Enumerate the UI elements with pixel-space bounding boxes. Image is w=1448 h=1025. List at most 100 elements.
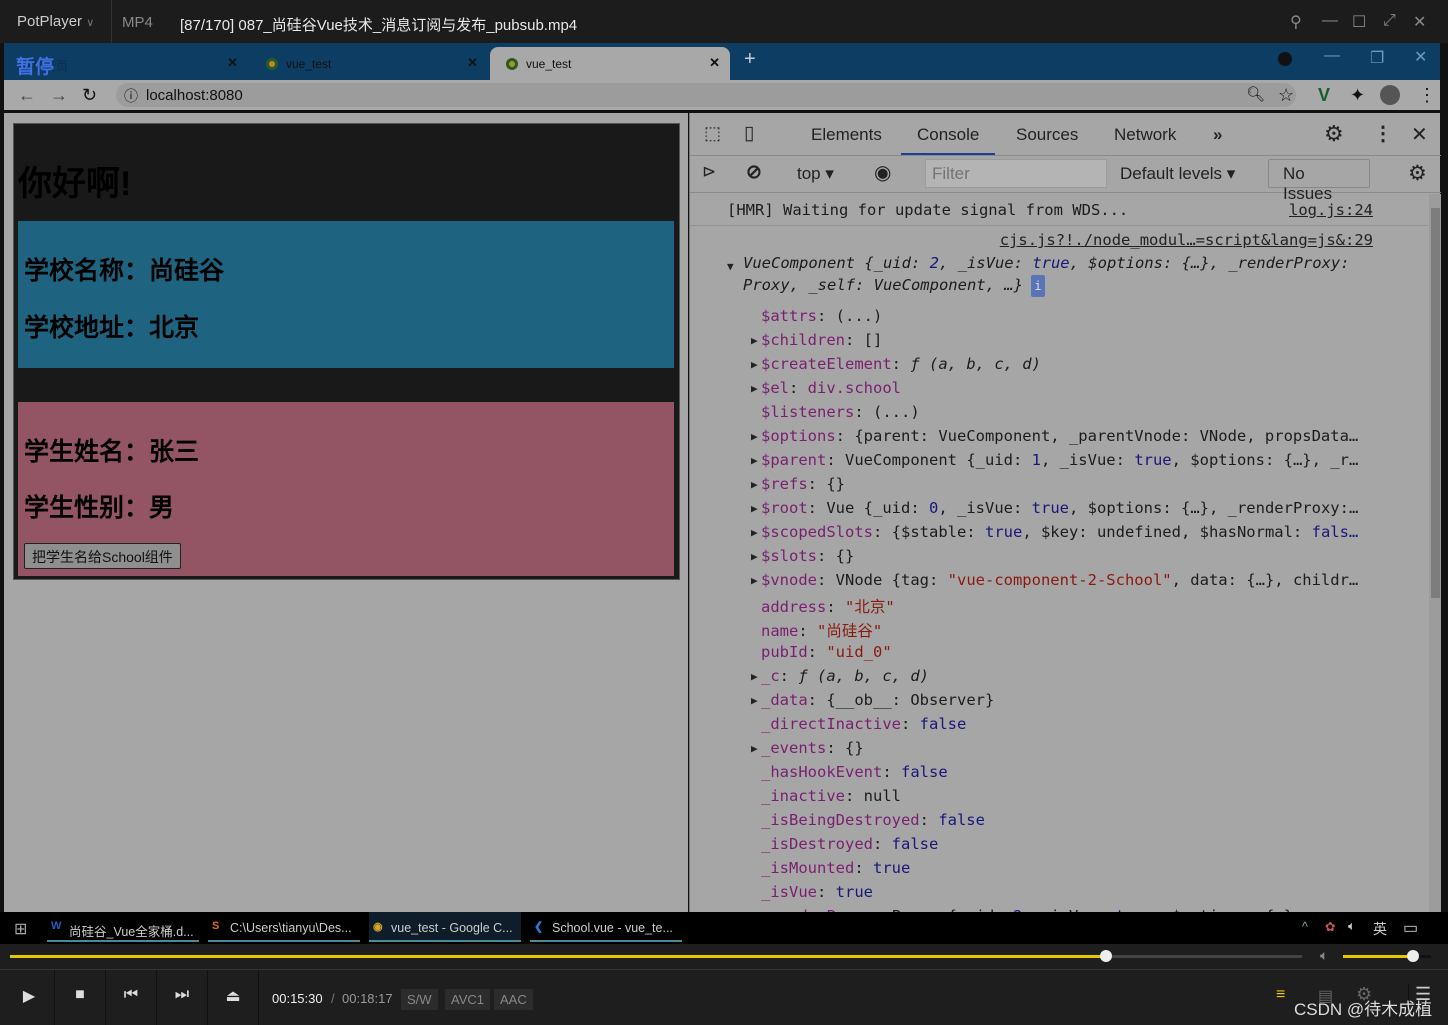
video-codec-badge[interactable]: AVC1 [445,989,490,1010]
expand-triangle-icon[interactable]: ▶ [751,502,758,515]
extensions-icon[interactable]: ✦ [1350,85,1365,106]
inspect-element-icon[interactable]: ⬚ [704,123,721,144]
eject-button[interactable]: ⏏ [208,970,259,1025]
context-selector[interactable]: top ▾ [797,164,834,184]
expand-triangle-icon[interactable]: ▶ [751,694,758,707]
expand-triangle-icon[interactable]: ▶ [751,454,758,467]
next-button[interactable]: ⏭ [157,970,208,1025]
scrollbar-thumb[interactable] [1431,208,1440,598]
close-icon[interactable]: ✕ [467,55,478,71]
expand-triangle-icon[interactable]: ▶ [751,478,758,491]
log-source-link[interactable]: cjs.js?!./node_modul…=script&lang=js&:29 [1000,231,1373,249]
close-button[interactable]: ✕ [1413,12,1426,32]
expand-triangle-icon[interactable]: ▶ [751,742,758,755]
collapse-triangle-icon[interactable]: ▼ [727,260,734,273]
seek-handle[interactable] [1099,950,1112,962]
player-menu-button[interactable]: PotPlayer ∨ [0,0,112,43]
sidebar-toggle-icon[interactable]: ⊳ [702,162,716,182]
more-options-icon[interactable]: ⋮ [1373,121,1393,146]
playlist-search-icon[interactable]: ≡ [1276,986,1285,1004]
pin-icon[interactable]: ⚲ [1290,12,1302,32]
expand-triangle-icon[interactable]: ▶ [751,574,758,587]
stop-button[interactable]: ■ [55,970,106,1025]
maximize-button[interactable]: ☐ [1352,12,1366,32]
device-toolbar-icon[interactable]: ▯ [744,122,754,145]
expand-triangle-icon[interactable]: ▶ [751,430,758,443]
property-row[interactable]: ▶ $scopedSlots: {$stable: true, $key: und… [751,523,1358,541]
expand-triangle-icon[interactable]: ▶ [751,526,758,539]
console-scrollbar[interactable] [1429,194,1441,913]
property-row[interactable]: ▶ $children: [] [751,331,882,349]
forward-button[interactable]: → [50,85,68,106]
console-settings-gear-icon[interactable]: ⚙ [1408,161,1427,186]
menu-icon[interactable]: ⋮ [1418,85,1436,106]
volume-handle[interactable] [1407,950,1420,962]
tab-vue-test-active[interactable]: vue_test ✕ [490,47,730,80]
play-button[interactable]: ▶ [4,970,55,1025]
clear-console-icon[interactable]: ⊘ [746,161,762,184]
tab-vue-test[interactable]: vue_test ✕ [250,47,488,80]
taskbar-item[interactable]: ❮ School.vue - vue_te... [530,912,682,942]
property-row[interactable]: ▶ _events: {} [751,739,864,757]
expand-triangle-icon[interactable]: ▶ [751,550,758,563]
tray-app-icon[interactable]: ✿ [1325,919,1335,934]
tab-sources[interactable]: Sources [1016,125,1078,145]
volume-icon[interactable]: 🔈︎ [1320,947,1328,964]
bookmark-star-icon[interactable]: ☆ [1278,85,1294,106]
more-tabs-icon[interactable]: » [1213,125,1222,145]
tab-network[interactable]: Network [1114,125,1176,145]
tab-search-icon[interactable] [1278,52,1292,66]
tab-elements[interactable]: Elements [811,125,882,145]
close-icon[interactable]: ✕ [709,55,720,71]
property-row[interactable]: ▶ _c: ƒ (a, b, c, d) [751,667,929,685]
property-row[interactable]: ▶ $slots: {} [751,547,854,565]
expand-triangle-icon[interactable]: ▶ [751,358,758,371]
taskbar-item[interactable]: W 尚硅谷_Vue全家桶.d... [47,912,199,942]
volume-slider[interactable] [1343,950,1431,962]
settings-gear-icon[interactable]: ⚙ [1324,121,1344,147]
url-input[interactable]: ⓘ localhost:8080 [116,83,1296,107]
restore-button[interactable]: ❐ [1370,48,1384,68]
audio-codec-badge[interactable]: AAC [494,989,533,1010]
close-icon[interactable]: ✕ [227,55,238,71]
volume-icon[interactable]: 🔈︎ [1348,919,1356,934]
fullscreen-button[interactable]: ⤢ [1383,12,1396,30]
windows-start-icon[interactable]: ⊞ [14,919,27,939]
expand-triangle-icon[interactable]: ▶ [751,670,758,683]
property-row[interactable]: ▶ $options: {parent: VueComponent, _paren… [751,427,1358,445]
expand-triangle-icon[interactable]: ▶ [751,334,758,347]
minimize-button[interactable]: — [1322,12,1338,30]
property-row[interactable]: ▶ _data: {__ob__: Observer} [751,691,994,709]
expand-triangle-icon[interactable]: ▶ [751,382,758,395]
tray-chevron-up-icon[interactable]: ^ [1302,920,1308,934]
new-tab-button[interactable]: + [744,48,756,71]
property-row[interactable]: ▶ $parent: VueComponent {_uid: 1, _isVue:… [751,451,1358,469]
log-levels-dropdown[interactable]: Default levels ▾ [1120,164,1235,184]
filter-input[interactable] [925,159,1107,188]
property-row[interactable]: ▶ $root: Vue {_uid: 0, _isVue: true, $opt… [751,499,1358,517]
avatar[interactable] [1380,85,1400,105]
tab-console[interactable]: Console [901,125,996,155]
info-badge-icon[interactable]: i [1030,275,1045,297]
zoom-icon[interactable]: 🔍︎ [1246,85,1265,103]
property-row[interactable]: ▶ $refs: {} [751,475,845,493]
vue-devtools-extension-icon[interactable]: V [1318,85,1330,106]
send-student-name-button[interactable]: 把学生名给School组件 [24,543,181,569]
issues-button[interactable]: No Issues [1268,159,1370,203]
minimize-button[interactable]: — [1324,47,1340,65]
property-row[interactable]: ▶ $vnode: VNode {tag: "vue-component-2-Sc… [751,571,1358,589]
property-row[interactable]: ▶ $el: div.school [751,379,901,397]
live-expression-eye-icon[interactable]: ◉ [874,160,891,185]
close-devtools-icon[interactable]: ✕ [1411,122,1428,147]
close-button[interactable]: ✕ [1414,47,1427,67]
previous-button[interactable]: ⏮ [106,970,157,1025]
property-row[interactable]: ▶ $createElement: ƒ (a, b, c, d) [751,355,1041,373]
object-header[interactable]: ▼ VueComponent {_uid: 2, _isVue: true, $o… [727,252,1350,297]
seek-slider[interactable] [10,950,1302,962]
decoder-badge[interactable]: S/W [401,989,438,1010]
back-button[interactable]: ← [18,85,36,106]
reload-button[interactable]: ↻ [82,85,97,106]
log-source-link[interactable]: log.js:24 [1289,201,1373,219]
ime-indicator[interactable]: 英 [1373,919,1387,939]
notification-icon[interactable]: ▭ [1403,918,1418,938]
